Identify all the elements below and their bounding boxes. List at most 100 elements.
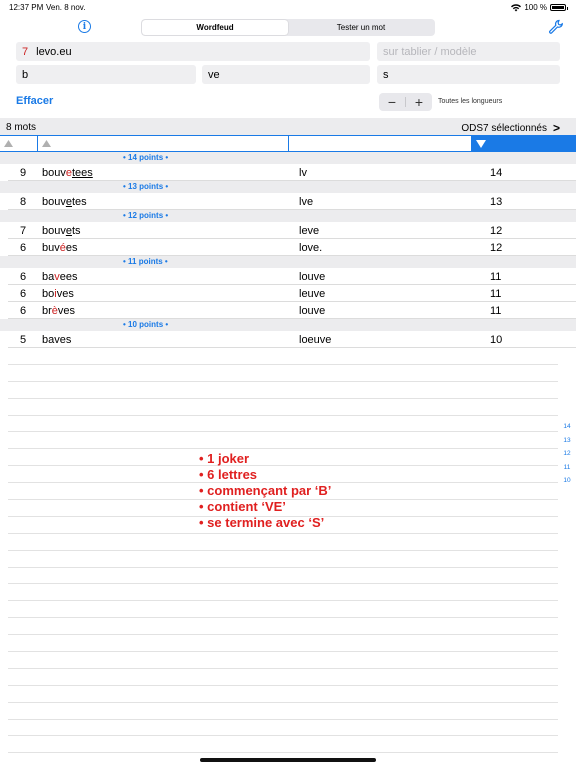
annotation-line: • se termine avec ‘S’ [199,515,325,530]
ends-with-value: s [383,68,389,81]
word: bavees [42,271,78,283]
word-part: bouv [42,167,66,179]
sort-points-column[interactable] [472,136,576,151]
word-part: ba [42,271,55,283]
section-index-item[interactable]: 11 [560,461,574,475]
status-date: Ven. 8 nov. [46,3,86,12]
word-row[interactable]: 8 bouvetes lve 13 [8,193,576,210]
word-part: buv [42,242,60,254]
word-points: 10 [490,334,503,346]
board-pattern-input[interactable]: sur tablier / modèle [377,42,560,61]
word-points: 11 [490,288,502,300]
sort-up-icon [4,140,13,147]
empty-row [8,720,558,737]
dictionary-selector[interactable]: ODS7 sélectionnés > [461,121,560,135]
word-count: 8 mots [6,122,37,133]
letters-used-count: 9 [20,167,27,179]
sort-remaining-column[interactable] [289,136,472,151]
starts-with-input[interactable]: b [16,65,196,84]
empty-row [8,635,558,653]
clear-button[interactable]: Effacer [16,95,53,107]
contains-value: ve [208,68,220,81]
word: bouvetes [42,196,87,208]
word-part: baves [42,334,72,346]
letters-used-count: 6 [20,288,27,300]
remaining-letters: louve [299,305,326,317]
section-index-item[interactable]: 10 [560,474,574,488]
empty-row [8,652,558,669]
word-part: bouv [42,196,66,208]
remaining-letters: louve [299,271,326,283]
section-index[interactable]: 14 13 12 11 10 [560,420,574,488]
points-group-label: • 14 points • [123,153,169,162]
word-part: ees [59,271,78,283]
chevron-right-icon: > [552,121,560,135]
word-row[interactable]: 9 bouvetees lv 14 [8,164,576,181]
mode-segmented-control: Wordfeud Tester un mot [141,19,435,36]
length-stepper: − + [379,93,432,111]
sort-word-column[interactable] [38,136,289,151]
word-points: 11 [490,271,502,283]
word-row[interactable]: 7 bouvets leve 12 [8,222,576,239]
letters-used-count: 5 [20,334,27,346]
empty-row [8,669,558,686]
points-group-header: • 11 points • [0,256,576,268]
word: bouvets [42,225,81,237]
word-row[interactable]: 6 brèves louve 11 [8,302,576,319]
letters-used-count: 8 [20,196,27,208]
word-part: bouv [42,225,66,237]
tab-wordfeud[interactable]: Wordfeud [142,20,288,35]
letters-used-count: 7 [20,225,27,237]
top-bar: i Wordfeud Tester un mot [0,17,576,39]
board-pattern-placeholder: sur tablier / modèle [383,45,477,58]
lengths-label: Toutes les longueurs [438,98,503,105]
dictionary-label: ODS7 sélectionnés [461,122,547,134]
word-part: br [42,305,52,317]
word: baves [42,334,71,346]
section-index-item[interactable]: 12 [560,447,574,461]
increment-button[interactable]: + [406,93,432,111]
section-index-item[interactable]: 14 [560,420,574,434]
remaining-letters: leve [299,225,320,237]
battery-icon [550,4,568,11]
wrench-icon[interactable] [548,19,564,35]
tab-tester-un-mot[interactable]: Tester un mot [288,20,434,35]
word-points: 11 [490,305,502,317]
points-group-header: • 10 points • [0,319,576,331]
points-group-label: • 11 points • [123,257,168,266]
word-row[interactable]: 6 boives leuve 11 [8,285,576,302]
word-points: 13 [490,196,503,208]
contains-input[interactable]: ve [202,65,370,84]
empty-row [8,399,558,416]
wifi-icon [511,3,522,11]
empty-row [8,534,558,551]
ends-with-input[interactable]: s [377,65,560,84]
word-part: ves [56,288,74,300]
letters-used-count: 6 [20,271,27,283]
status-bar: 12:37 PM Ven. 8 nov. 100 % [0,0,576,14]
sort-up-icon [42,140,51,147]
section-index-item[interactable]: 13 [560,434,574,448]
empty-row [8,348,558,365]
status-right: 100 % [511,3,568,12]
word-part: tes [71,196,87,208]
word-row[interactable]: 6 bavees louve 11 [8,268,576,285]
home-indicator [200,758,376,762]
decrement-button[interactable]: − [379,93,405,111]
annotation-line: • contient ‘VE’ [199,499,286,514]
remaining-letters: love. [299,242,323,254]
info-icon[interactable]: i [78,20,91,33]
sort-down-icon [476,139,486,148]
remaining-letters: lve [299,196,314,208]
rack-input[interactable]: 7 levo.eu [16,42,370,61]
empty-row [8,686,558,703]
empty-row [8,601,558,619]
remaining-letters: lv [299,167,307,179]
word-part: ts [71,225,81,237]
empty-row [8,568,558,585]
word-row[interactable]: 6 buvées love. 12 [8,239,576,256]
points-group-label: • 13 points • [123,182,169,191]
sort-count-column[interactable] [0,136,38,151]
search-criteria-annotation: • 1 joker • 6 lettres • commençant par ‘B’… [199,451,331,531]
word-row[interactable]: 5 baves loeuve 10 [8,331,576,348]
